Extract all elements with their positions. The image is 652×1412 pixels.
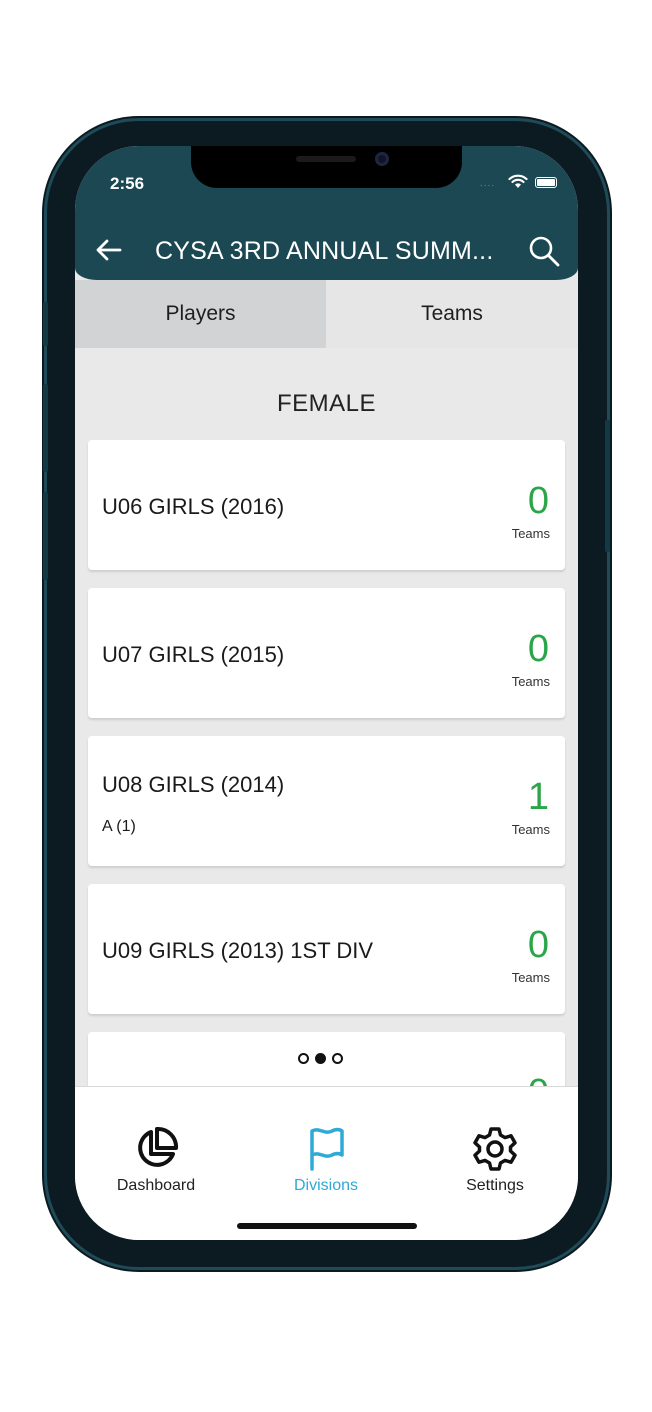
bottom-tab-bar: Dashboard Divisions Settings <box>75 1086 578 1240</box>
signal-dots: .... <box>480 178 496 189</box>
team-count: 0 <box>527 924 549 966</box>
division-card[interactable]: U09 GIRLS (2013) 1ST DIV 0 Teams <box>88 884 565 1014</box>
search-icon[interactable] <box>527 234 561 268</box>
tab-dashboard[interactable]: Dashboard <box>86 1125 226 1195</box>
team-count-label: Teams <box>511 674 550 689</box>
tab-label: Dashboard <box>116 1177 196 1194</box>
division-card[interactable]: U06 GIRLS (2016) 0 Teams <box>88 440 565 570</box>
division-subtitle: A (1) <box>102 818 136 835</box>
side-button-volume-down <box>43 492 48 580</box>
team-count: 0 <box>527 480 549 522</box>
device-notch <box>191 146 462 188</box>
loading-dots-indicator <box>298 1051 358 1067</box>
flag-icon <box>310 1127 344 1171</box>
tab-settings[interactable]: Settings <box>425 1125 565 1195</box>
pie-chart-icon <box>138 1126 179 1167</box>
team-count: 1 <box>527 776 549 818</box>
side-button-power <box>605 420 610 552</box>
wifi-icon <box>508 174 528 188</box>
tab-players[interactable]: Players <box>75 280 326 348</box>
status-icons: .... <box>480 174 570 194</box>
division-name: U06 GIRLS (2016) <box>102 494 285 519</box>
page-title: CYSA 3RD ANNUAL SUMM... <box>155 237 494 265</box>
tab-label: Settings <box>466 1177 524 1194</box>
segment-tabs: Players Teams <box>75 280 578 348</box>
division-card[interactable]: U08 GIRLS (2014) A (1) 1 Teams <box>88 736 565 866</box>
division-name: U07 GIRLS (2015) <box>102 642 285 667</box>
loading-dot <box>315 1053 326 1064</box>
division-card[interactable]: U07 GIRLS (2015) 0 Teams <box>88 588 565 718</box>
team-count-label: Teams <box>511 526 550 541</box>
team-count-label: Teams <box>511 822 550 837</box>
tab-label: Divisions <box>293 1177 358 1194</box>
app-screen: 2:56 .... CYSA 3RD ANNUAL SUMM... Player… <box>75 146 578 1240</box>
loading-dot <box>332 1053 343 1064</box>
team-count-label: Teams <box>511 970 550 985</box>
side-button-mute <box>43 302 48 346</box>
status-time: 2:56 <box>110 174 145 193</box>
front-camera <box>375 152 389 166</box>
gear-icon <box>473 1127 517 1171</box>
tab-divisions[interactable]: Divisions <box>256 1125 396 1195</box>
earpiece-speaker <box>296 156 356 162</box>
section-title: FEMALE <box>276 390 377 417</box>
side-button-volume-up <box>43 384 48 472</box>
battery-icon <box>535 177 557 188</box>
division-name: U08 GIRLS (2014) <box>102 772 285 797</box>
tab-teams[interactable]: Teams <box>326 280 578 348</box>
loading-dot <box>298 1053 309 1064</box>
home-indicator[interactable] <box>237 1223 417 1229</box>
division-name: U09 GIRLS (2013) 1ST DIV <box>102 938 374 963</box>
back-arrow-icon[interactable] <box>93 234 125 266</box>
team-count: 0 <box>527 628 549 670</box>
